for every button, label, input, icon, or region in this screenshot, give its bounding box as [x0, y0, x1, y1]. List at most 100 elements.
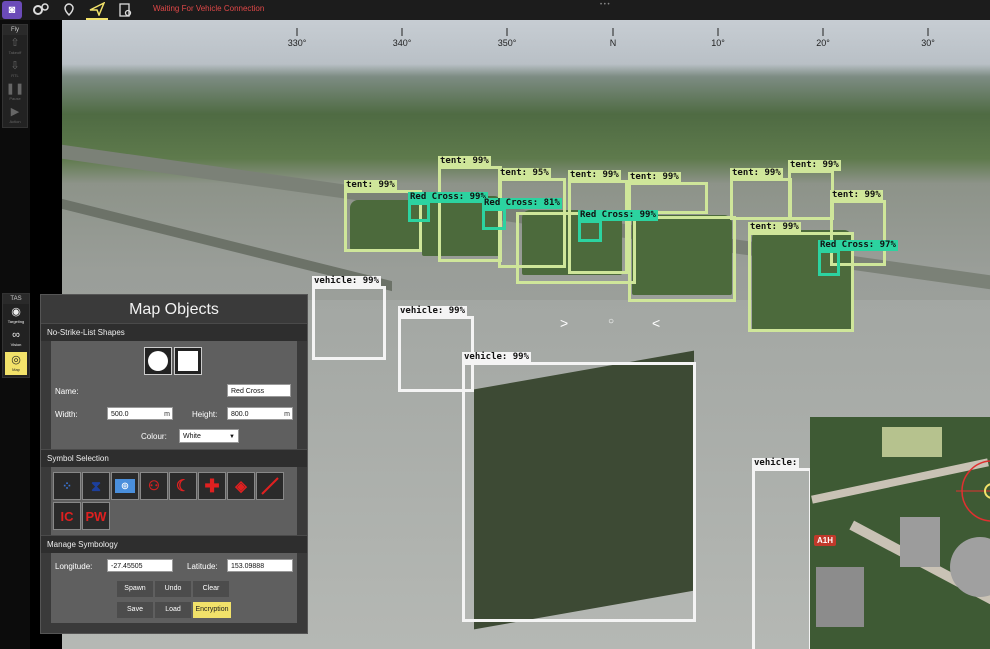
detection-label: tent: 99% — [628, 172, 681, 183]
detection-label: Red Cross: 81% — [482, 198, 562, 209]
detection-label: Red Cross: 99% — [408, 192, 488, 203]
detection-label: vehicle: 99% — [398, 306, 468, 317]
reticle-left-icon: > — [560, 315, 569, 331]
width-unit: m — [164, 411, 170, 418]
reticle-right-icon: < — [652, 315, 661, 331]
colour-select[interactable]: White ▼ — [179, 429, 239, 443]
manage-header: Manage Symbology — [41, 535, 307, 553]
height-label: Height: — [192, 410, 218, 419]
targeting-button[interactable]: ◉ Targeting — [3, 304, 29, 327]
compass-ticks — [296, 28, 929, 36]
app-logo-icon[interactable]: ◙ — [2, 1, 22, 19]
square-shape-button[interactable] — [174, 347, 202, 375]
width-label: Width: — [55, 410, 78, 419]
vehicle-detection: vehicle: 99% — [312, 276, 386, 360]
shapes-section: Name: Red Cross Width: 500.0 m Height: 8… — [51, 341, 297, 449]
red-cross-detection: Red Cross: 99% — [578, 210, 658, 242]
detection-label: tent: 99% — [568, 170, 621, 181]
map-button[interactable]: ◎ Map — [5, 352, 27, 375]
vehicle-detection: vehicle: 99% — [462, 352, 696, 622]
tas-header: TAS — [3, 294, 29, 304]
longitude-label: Longitude: — [55, 562, 93, 571]
top-indicator: • • • — [600, 2, 610, 8]
spawn-button[interactable]: Spawn — [117, 581, 153, 597]
fly-icon[interactable] — [86, 0, 108, 20]
detection-label: tent: 99% — [748, 222, 801, 233]
fly-header: Fly — [3, 25, 27, 35]
action-button[interactable]: ▶ Action — [3, 104, 27, 127]
tent-detection — [516, 212, 636, 284]
clear-button[interactable]: Clear — [193, 581, 229, 597]
eye-icon: ◉ — [11, 306, 21, 318]
takeoff-button[interactable]: ⇧ Takeoff — [3, 35, 27, 58]
minimap-building — [816, 567, 864, 627]
detection-label: tent: 99% — [730, 168, 783, 179]
detection-label: vehicle: 99% — [312, 276, 382, 287]
symbol-section: ⁘ ⧗ ◎ ⚇ ☾ ✚ ◈ IC PW — [51, 467, 297, 535]
minimap[interactable]: A1H — [810, 417, 990, 649]
cultural-property-icon[interactable]: ⚇ — [140, 472, 168, 500]
encryption-button[interactable]: Encryption — [193, 602, 231, 618]
red-cross-detection: Red Cross: 97% — [818, 240, 898, 276]
detection-label: tent: 99% — [438, 156, 491, 167]
map-target-icon: ◎ — [11, 354, 21, 366]
pause-icon: ❚❚ — [5, 83, 25, 95]
latitude-label: Latitude: — [187, 562, 218, 571]
longitude-field[interactable]: -27.45505 — [107, 559, 173, 572]
dots-symbol-icon[interactable]: ⁘ — [53, 472, 81, 500]
detection-label: Red Cross: 99% — [578, 210, 658, 221]
ic-symbol-button[interactable]: IC — [53, 502, 81, 530]
name-field[interactable]: Red Cross — [227, 384, 291, 397]
undo-button[interactable]: Undo — [155, 581, 191, 597]
load-button[interactable]: Load — [155, 602, 191, 618]
height-unit: m — [284, 411, 290, 418]
red-cross-detection: Red Cross: 81% — [482, 198, 562, 230]
width-field[interactable]: 500.0 m — [107, 407, 173, 420]
circle-shape-button[interactable] — [144, 347, 172, 375]
compass-tape: 330° 340° 350° N 10° 20° 30° — [62, 20, 990, 50]
detection-label: Red Cross: 97% — [818, 240, 898, 251]
pw-symbol-button[interactable]: PW — [82, 502, 110, 530]
binoculars-icon: ∞ — [12, 329, 20, 341]
detection-label: tent: 99% — [788, 160, 841, 171]
tent-detection: tent: 99% — [730, 168, 792, 220]
square-icon — [178, 351, 198, 371]
plan-icon[interactable] — [58, 0, 80, 20]
analyze-icon[interactable] — [114, 0, 136, 20]
tent-detection — [628, 216, 736, 302]
detection-label: tent: 99% — [344, 180, 397, 191]
colour-label: Colour: — [141, 432, 167, 441]
top-toolbar: ◙ Waiting For Vehicle Connection • • • — [0, 0, 990, 20]
red-cross-icon[interactable]: ✚ — [198, 472, 226, 500]
colour-value: White — [183, 433, 201, 440]
circle-icon — [148, 351, 168, 371]
pause-button[interactable]: ❚❚ Pause — [3, 81, 27, 104]
minimap-stadium — [950, 537, 990, 597]
panel-title: Map Objects — [129, 301, 219, 318]
height-field[interactable]: 800.0 m — [227, 407, 293, 420]
rtl-icon: ⇩ — [10, 60, 20, 72]
hourglass-symbol-icon[interactable]: ⧗ — [82, 472, 110, 500]
diagonal-line-icon[interactable] — [256, 472, 284, 500]
shapes-header: No-Strike-List Shapes — [41, 323, 307, 341]
fly-tools: Fly ⇧ Takeoff ⇩ RTL ❚❚ Pause ▶ Action — [2, 24, 28, 128]
symbol-header: Symbol Selection — [41, 449, 307, 467]
detection-label: vehicle: 99% — [462, 352, 532, 363]
chevron-down-icon: ▼ — [229, 434, 235, 440]
red-crescent-icon[interactable]: ☾ — [169, 472, 197, 500]
height-value: 800.0 — [231, 411, 249, 418]
red-crystal-icon[interactable]: ◈ — [227, 472, 255, 500]
un-emblem-icon[interactable]: ◎ — [111, 472, 139, 500]
tas-tools: TAS ◉ Targeting ∞ Vision ◎ Map — [2, 293, 30, 378]
vision-button[interactable]: ∞ Vision — [3, 327, 29, 350]
rtl-button[interactable]: ⇩ RTL — [3, 58, 27, 81]
detection-label: tent: 99% — [830, 190, 883, 201]
connection-status: Waiting For Vehicle Connection — [153, 4, 265, 13]
name-label: Name: — [55, 387, 79, 396]
minimap-building — [900, 517, 940, 567]
latitude-field[interactable]: 153.09888 — [227, 559, 293, 572]
save-button[interactable]: Save — [117, 602, 153, 618]
map-objects-panel: Map Objects No-Strike-List Shapes Name: … — [40, 294, 308, 634]
settings-icon[interactable] — [30, 0, 52, 20]
width-value: 500.0 — [111, 411, 129, 418]
